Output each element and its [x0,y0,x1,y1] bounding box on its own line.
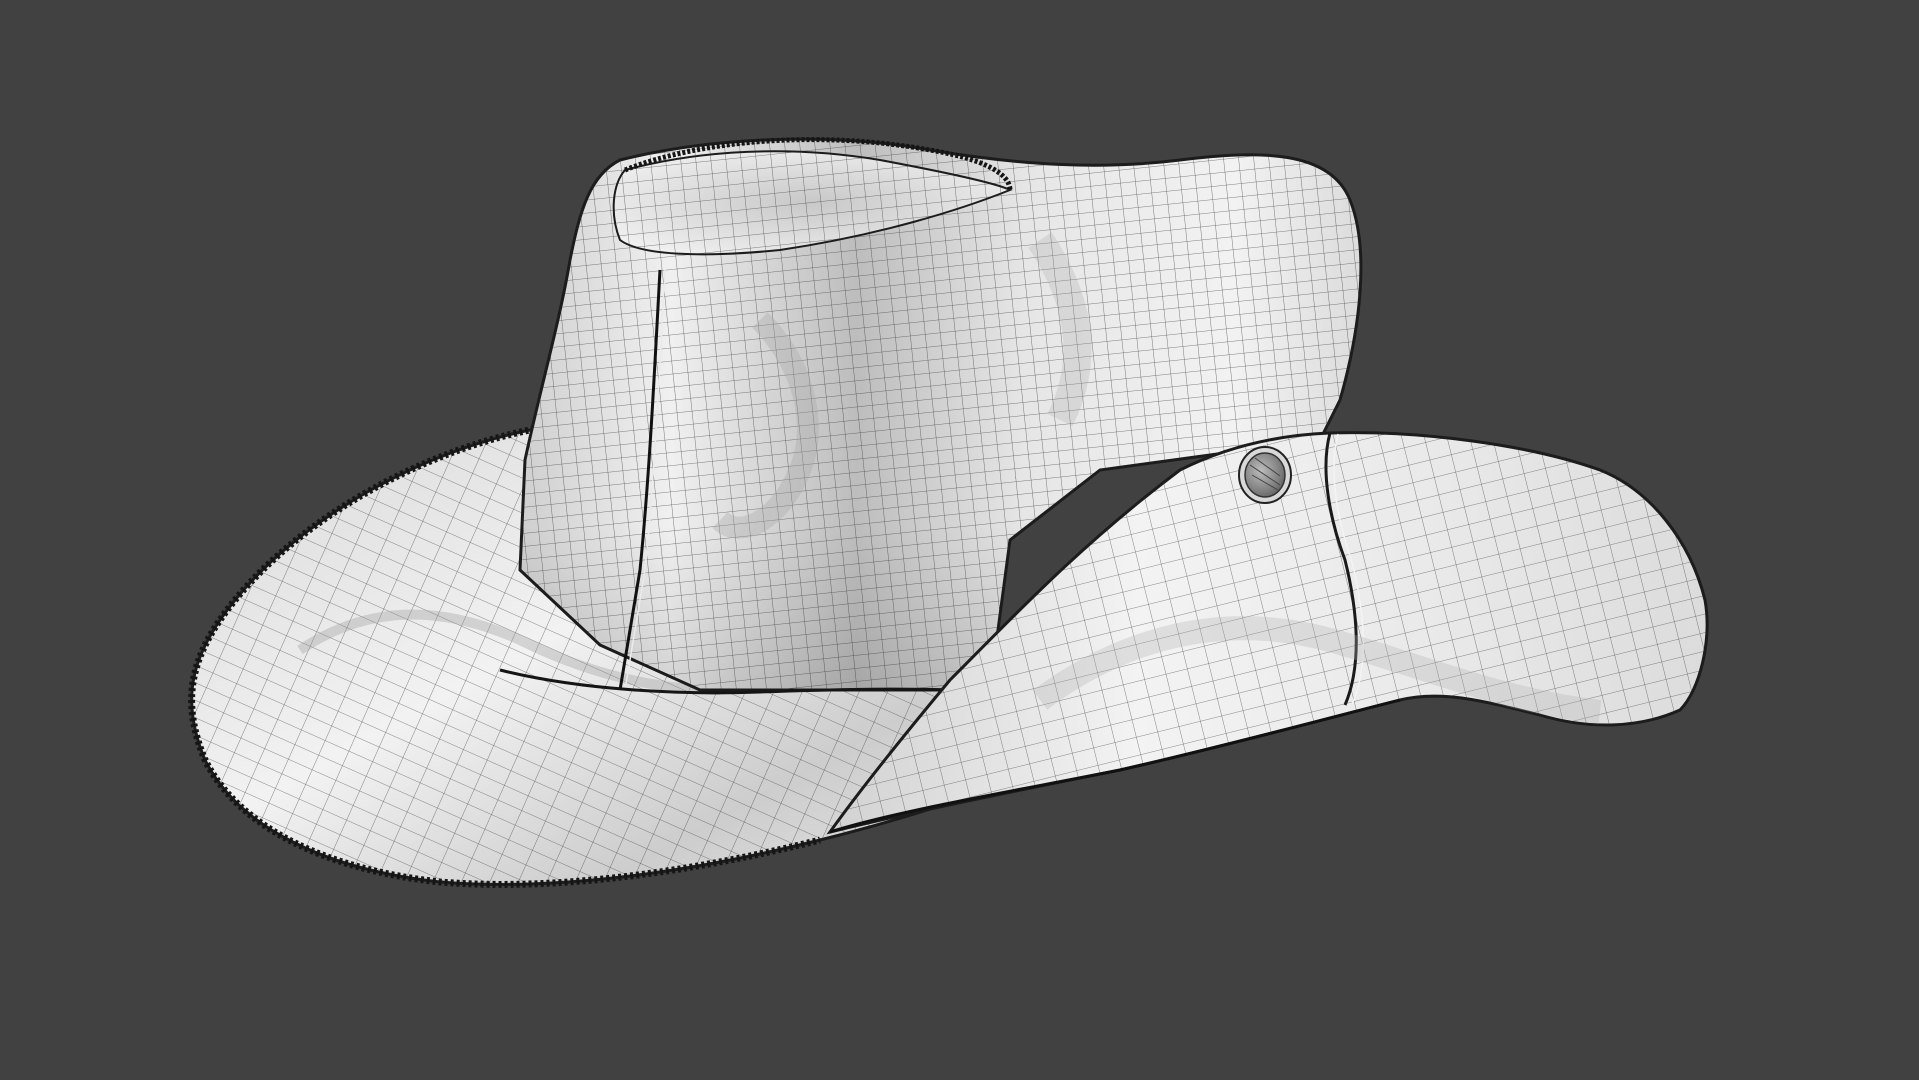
3d-viewport[interactable] [0,0,1919,1080]
snap-button [1238,446,1292,504]
render-canvas [188,137,1709,888]
